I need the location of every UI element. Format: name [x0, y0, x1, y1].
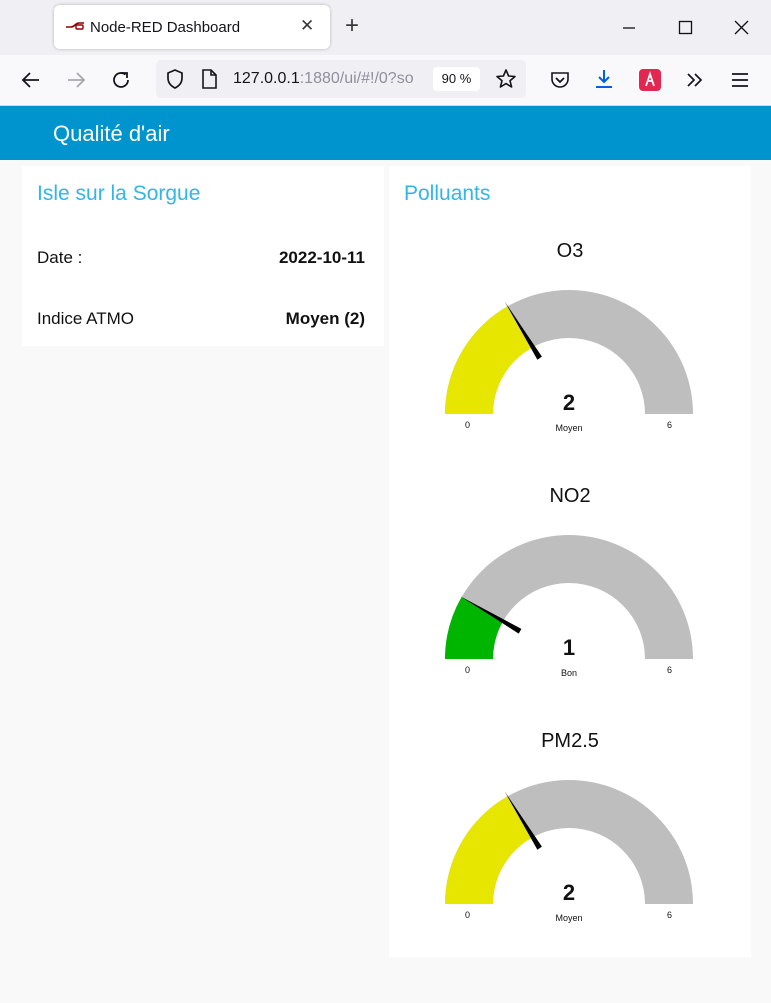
- date-label: Date :: [37, 248, 83, 267]
- gauge-min: 0: [465, 665, 471, 675]
- page-title: Qualité d'air: [53, 121, 170, 146]
- atmo-index-value: Moyen (2): [285, 309, 365, 328]
- gauge-o3: O3 2 Moyen 0 6: [389, 236, 751, 436]
- gauge-min: 0: [465, 420, 471, 430]
- pollutants-card: Polluants O3 2 Moyen 0 6 NO2 1 Bon 0 6 P…: [389, 166, 751, 957]
- gauge-max: 6: [667, 420, 673, 430]
- gauge-no2: NO2 1 Bon 0 6: [389, 481, 751, 681]
- gauge-pm25: PM2.5 2 Moyen 0 6: [389, 726, 751, 926]
- url-path: :1880/ui/#!/0?so: [299, 70, 414, 87]
- url-text[interactable]: 127.0.0.1:1880/ui/#!/0?so: [233, 70, 429, 88]
- pocket-icon[interactable]: [548, 68, 572, 92]
- back-arrow-icon[interactable]: [19, 68, 43, 92]
- hamburger-menu-icon[interactable]: [728, 68, 752, 92]
- address-bar[interactable]: 127.0.0.1:1880/ui/#!/0?so 90 %: [156, 60, 526, 98]
- shield-icon[interactable]: [163, 67, 187, 91]
- overflow-chevrons-icon[interactable]: [683, 68, 707, 92]
- new-tab-button[interactable]: +: [345, 14, 359, 38]
- maximize-icon[interactable]: [670, 13, 700, 43]
- dashboard-header: Qualité d'air: [0, 106, 771, 160]
- pollutants-card-title: Polluants: [404, 182, 491, 205]
- location-card: Isle sur la Sorgue Date : 2022-10-11 Ind…: [22, 166, 384, 346]
- gauge-value: 2: [562, 880, 576, 905]
- browser-toolbar: 127.0.0.1:1880/ui/#!/0?so 90 %: [0, 55, 771, 106]
- gauge-unit: Moyen: [555, 423, 583, 433]
- browser-tab-strip: Node-RED Dashboard ✕ +: [0, 0, 771, 55]
- tab-title: Node-RED Dashboard: [90, 19, 241, 36]
- extension-icon[interactable]: [638, 68, 662, 92]
- download-icon[interactable]: [592, 67, 616, 91]
- close-window-icon[interactable]: [726, 13, 756, 43]
- browser-tab[interactable]: Node-RED Dashboard ✕: [54, 5, 330, 49]
- close-tab-icon[interactable]: ✕: [300, 16, 314, 36]
- gauge-max: 6: [667, 665, 673, 675]
- gauge-value: 2: [562, 390, 576, 415]
- reload-icon[interactable]: [109, 68, 133, 92]
- gauge-max: 6: [667, 910, 673, 920]
- atmo-index-label: Indice ATMO: [37, 309, 134, 328]
- zoom-level-badge[interactable]: 90 %: [433, 67, 480, 91]
- gauge-min: 0: [465, 910, 471, 920]
- location-card-title: Isle sur la Sorgue: [37, 182, 201, 205]
- gauge-unit: Bon: [560, 668, 577, 678]
- forward-arrow-icon[interactable]: [64, 68, 88, 92]
- bookmark-star-icon[interactable]: [494, 67, 518, 91]
- date-value: 2022-10-11: [278, 248, 365, 267]
- page-icon[interactable]: [197, 67, 221, 91]
- gauge-value: 1: [562, 635, 576, 660]
- node-red-icon: [66, 22, 84, 30]
- url-host: 127.0.0.1: [233, 70, 300, 87]
- minimize-icon[interactable]: [614, 13, 644, 43]
- gauge-unit: Moyen: [555, 913, 583, 923]
